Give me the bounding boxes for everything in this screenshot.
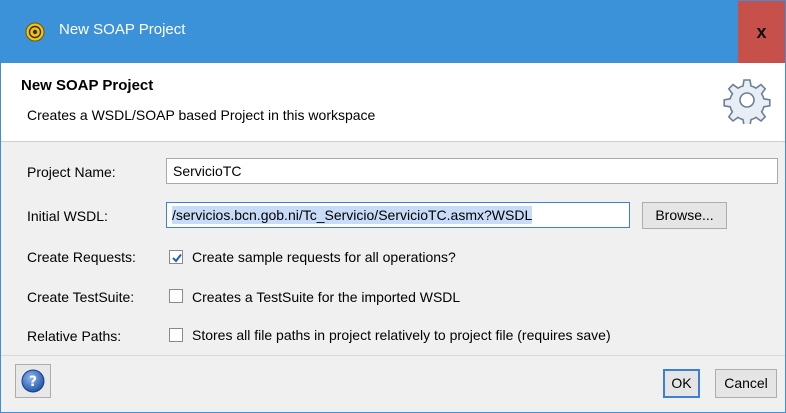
dialog-header: New SOAP Project Creates a WSDL/SOAP bas… [1,63,785,142]
checkmark-icon [172,253,182,263]
cancel-button-label: Cancel [724,375,768,391]
project-name-label: Project Name: [27,164,116,180]
ok-button[interactable]: OK [663,369,700,398]
help-button[interactable]: ? [15,364,51,398]
browse-button[interactable]: Browse... [642,202,727,229]
browse-button-label: Browse... [655,207,714,223]
header-subtitle: Creates a WSDL/SOAP based Project in thi… [27,107,376,123]
close-button[interactable]: x [738,1,785,63]
create-testsuite-label: Create TestSuite: [27,289,135,305]
project-name-input[interactable]: ServicioTC [166,158,778,184]
relative-paths-checkbox[interactable] [169,328,183,342]
gear-icon [723,79,771,124]
dialog-footer: ? OK Cancel [1,355,785,412]
project-name-value: ServicioTC [173,163,242,179]
create-testsuite-checkbox-label[interactable]: Creates a TestSuite for the imported WSD… [192,289,460,305]
create-requests-label: Create Requests: [27,249,136,265]
title-bar[interactable]: New SOAP Project x [1,1,785,63]
close-icon: x [756,22,767,42]
header-title: New SOAP Project [21,77,154,94]
new-soap-project-dialog: New SOAP Project x New SOAP Project Crea… [0,0,786,413]
ok-button-label: OK [671,375,692,391]
initial-wsdl-value: /servicios.bcn.gob.ni/Tc_Servicio/Servic… [172,206,533,224]
window-title: New SOAP Project [59,21,186,38]
soapui-logo-icon [25,22,45,42]
relative-paths-label: Relative Paths: [27,328,122,344]
help-icon: ? [21,369,45,393]
create-requests-checkbox-label[interactable]: Create sample requests for all operation… [192,249,456,265]
create-testsuite-checkbox[interactable] [169,289,183,303]
svg-text:?: ? [29,374,37,390]
cancel-button[interactable]: Cancel [715,369,777,398]
initial-wsdl-label: Initial WSDL: [27,208,108,224]
relative-paths-checkbox-label[interactable]: Stores all file paths in project relativ… [192,327,611,343]
initial-wsdl-input[interactable]: /servicios.bcn.gob.ni/Tc_Servicio/Servic… [166,202,630,228]
create-requests-checkbox[interactable] [169,250,183,264]
